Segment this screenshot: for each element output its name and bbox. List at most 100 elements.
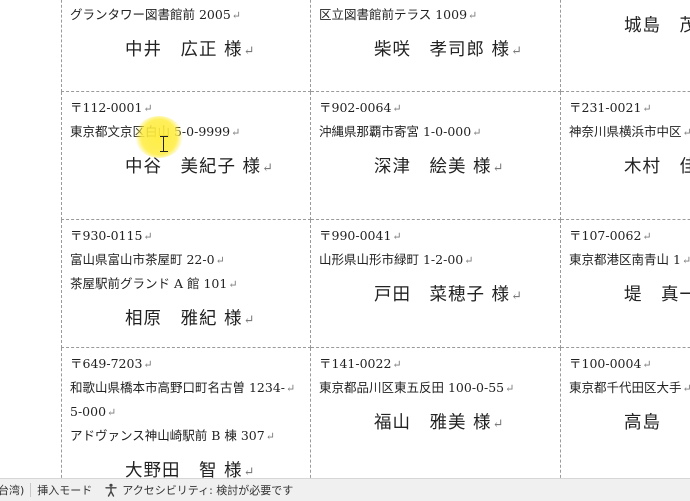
- address-line: 和歌山県橋本市高野口町名古曽 1234-↵: [70, 376, 310, 400]
- address-text: 和歌山県橋本市高野口町名古曽 1234-: [70, 380, 286, 395]
- paragraph-mark-icon: ↵: [642, 230, 652, 243]
- paragraph-mark-icon: ↵: [243, 44, 256, 59]
- address-text: 5-000: [70, 404, 107, 419]
- recipient-name-text: 柴咲 孝司郎 様: [374, 40, 511, 60]
- paragraph-mark-icon: ↵: [511, 289, 523, 304]
- accessibility-label: アクセシビリティ: 検討が必要です: [122, 484, 294, 497]
- recipient-name-text: 深津 絵美 様: [374, 157, 492, 177]
- paragraph-mark-icon: ↵: [228, 278, 238, 291]
- insert-mode-indicator[interactable]: 挿入モード: [31, 482, 98, 498]
- recipient-name-text: 中谷 美紀子 様: [125, 157, 262, 177]
- label-cell[interactable]: 〒902-0064↵ 沖縄県那覇市寄宮 1-0-000↵ 深津 絵美 様↵: [311, 92, 561, 220]
- address-line: 東京都港区南青山 1↵: [569, 248, 690, 272]
- paragraph-mark-icon: ↵: [682, 382, 690, 395]
- address-line: 神奈川県横浜市中区↵: [569, 120, 690, 144]
- address-line: 〒112-0001↵: [70, 96, 310, 120]
- paragraph-mark-icon: ↵: [468, 9, 478, 22]
- recipient-name: 柴咲 孝司郎 様↵: [319, 36, 560, 61]
- label-cell[interactable]: 〒141-0022↵ 東京都品川区東五反田 100-0-55↵ 福山 雅美 様↵: [311, 348, 561, 478]
- recipient-name: 福山 雅美 様↵: [319, 409, 560, 434]
- address-text: 〒990-0041: [319, 228, 392, 243]
- address-text: 神奈川県横浜市中区: [569, 124, 682, 139]
- label-cell[interactable]: 〒107-0062↵ 東京都港区南青山 1↵ 堤 真一: [561, 220, 690, 348]
- label-cell[interactable]: 東京都江東区富岡 1↵ 城島 茂: [561, 0, 690, 92]
- address-line: 〒141-0022↵: [319, 352, 560, 376]
- address-line: 山形県山形市緑町 1-2-00↵: [319, 248, 560, 272]
- label-cell[interactable]: 〒930-0115↵ 富山県富山市茶屋町 22-0↵ 茶屋駅前グランド A 館 10…: [61, 220, 311, 348]
- address-text: 区立図書館前テラス 1009: [319, 7, 468, 22]
- recipient-name-text: 堤 真一: [624, 285, 690, 305]
- address-line: 〒231-0021↵: [569, 96, 690, 120]
- paragraph-mark-icon: ↵: [143, 358, 153, 371]
- paragraph-mark-icon: ↵: [472, 126, 482, 139]
- address-line: 〒100-0004↵: [569, 352, 690, 376]
- address-text: 茶屋駅前グランド A 館 101: [70, 276, 228, 291]
- address-text: 富山県富山市茶屋町 22-0: [70, 252, 215, 267]
- paragraph-mark-icon: ↵: [392, 102, 402, 115]
- address-line: 〒902-0064↵: [319, 96, 560, 120]
- label-cell[interactable]: 〒649-7203↵ 和歌山県橋本市高野口町名古曽 1234-↵ 5-000↵ アドヴ…: [61, 348, 311, 478]
- address-text: 〒930-0115: [70, 228, 143, 243]
- table-row: 〒930-0115↵ 富山県富山市茶屋町 22-0↵ 茶屋駅前グランド A 館 10…: [61, 220, 690, 348]
- paragraph-mark-icon: ↵: [642, 102, 652, 115]
- address-line: 〒649-7203↵: [70, 352, 310, 376]
- address-line: 沖縄県那覇市寄宮 1-0-000↵: [319, 120, 560, 144]
- recipient-name: 中谷 美紀子 様↵: [70, 153, 310, 178]
- address-text: 〒649-7203: [70, 356, 143, 371]
- address-line: アドヴァンス神山崎駅前 B 棟 307↵: [70, 424, 310, 448]
- address-text: 東京都文京区白山 5-0-9999: [70, 124, 231, 139]
- address-line: 〒930-0115↵: [70, 224, 310, 248]
- language-indicator[interactable]: 台湾): [0, 482, 30, 498]
- recipient-name-text: 相原 雅紀 様: [125, 309, 243, 329]
- label-cell[interactable]: 〒231-0021↵ 神奈川県横浜市中区↵ 木村 佳: [561, 92, 690, 220]
- address-text: 山形県山形市緑町 1-2-00: [319, 252, 464, 267]
- paragraph-mark-icon: ↵: [492, 417, 505, 432]
- label-table[interactable]: 宮城県仙台市泉区紫山 11-0-0↵グランタワー図書館前 2005↵中井 広正 …: [61, 0, 690, 478]
- address-line: 区立図書館前テラス 1009↵: [319, 3, 560, 27]
- status-bar: 台湾) 挿入モード アクセシビリティ: 検討が必要です: [0, 478, 690, 501]
- label-cell[interactable]: 〒112-0001↵ 東京都文京区白山 5-0-9999↵ 中谷 美紀子 様↵: [61, 92, 311, 220]
- paragraph-mark-icon: ↵: [464, 254, 474, 267]
- paragraph-mark-icon: ↵: [505, 382, 515, 395]
- paragraph-mark-icon: ↵: [215, 254, 225, 267]
- label-cell[interactable]: 〒100-0004↵ 東京都千代田区大手↵ 高島: [561, 348, 690, 478]
- recipient-name: 城島 茂: [569, 12, 690, 37]
- label-cell[interactable]: 〒990-0041↵ 山形県山形市緑町 1-2-00↵ 戸田 菜穂子 様↵: [311, 220, 561, 348]
- address-text: 東京都品川区東五反田 100-0-55: [319, 380, 505, 395]
- paragraph-mark-icon: ↵: [143, 102, 153, 115]
- address-line: 5-000↵: [70, 400, 310, 424]
- address-line: グランタワー図書館前 2005↵: [70, 3, 310, 27]
- paragraph-mark-icon: ↵: [392, 358, 402, 371]
- address-line: 東京都文京区白山 5-0-9999↵: [70, 120, 310, 144]
- address-text: アドヴァンス神山崎駅前 B 棟 307: [70, 428, 265, 443]
- address-line: 〒990-0041↵: [319, 224, 560, 248]
- address-text: グランタワー図書館前 2005: [70, 7, 231, 22]
- accessibility-status[interactable]: アクセシビリティ: 検討が必要です: [98, 482, 299, 498]
- paragraph-mark-icon: ↵: [143, 230, 153, 243]
- recipient-name-text: 木村 佳: [624, 157, 690, 177]
- document-page[interactable]: 宮城県仙台市泉区紫山 11-0-0↵グランタワー図書館前 2005↵中井 広正 …: [0, 0, 690, 478]
- recipient-name: 堤 真一: [569, 281, 690, 306]
- address-text: 〒902-0064: [319, 100, 392, 115]
- address-text: 〒231-0021: [569, 100, 642, 115]
- paragraph-mark-icon: ↵: [107, 406, 117, 419]
- paragraph-mark-icon: ↵: [231, 126, 241, 139]
- label-cell[interactable]: 宮城県仙台市泉区紫山 11-0-0↵グランタワー図書館前 2005↵中井 広正 …: [61, 0, 311, 92]
- address-line: 東京都千代田区大手↵: [569, 376, 690, 400]
- recipient-name: 相原 雅紀 様↵: [70, 305, 310, 330]
- paragraph-mark-icon: ↵: [231, 9, 242, 22]
- accessibility-icon: [105, 483, 117, 497]
- recipient-name: 中井 広正 様↵: [70, 36, 310, 61]
- address-text: 東京都千代田区大手: [569, 380, 682, 395]
- paragraph-mark-icon: ↵: [243, 465, 256, 478]
- table-row: 宮城県仙台市泉区紫山 11-0-0↵グランタワー図書館前 2005↵中井 広正 …: [61, 0, 690, 92]
- paragraph-mark-icon: ↵: [392, 230, 402, 243]
- recipient-name: 戸田 菜穂子 様↵: [319, 281, 560, 306]
- table-row: 〒112-0001↵ 東京都文京区白山 5-0-9999↵ 中谷 美紀子 様↵ 〒90…: [61, 92, 690, 220]
- recipient-name-text: 大野田 智 様: [125, 461, 243, 478]
- label-cell[interactable]: 東京都世田谷区宮坂 999-0↵区立図書館前テラス 1009↵柴咲 孝司郎 様↵: [311, 0, 561, 92]
- paragraph-mark-icon: ↵: [511, 44, 523, 59]
- left-margin: [0, 0, 60, 478]
- paragraph-mark-icon: ↵: [286, 382, 296, 395]
- address-line: 茶屋駅前グランド A 館 101↵: [70, 272, 310, 296]
